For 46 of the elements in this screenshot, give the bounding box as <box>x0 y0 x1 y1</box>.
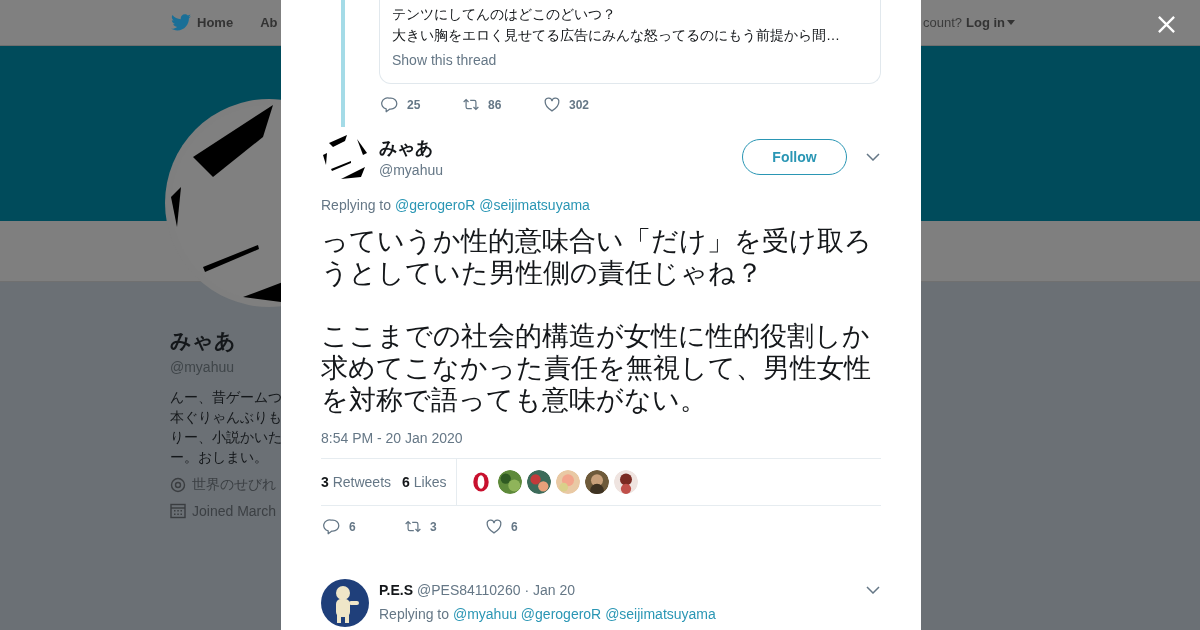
login-link[interactable]: Log in <box>966 15 1015 30</box>
author-name: P.E.S <box>379 582 413 598</box>
tweet-timestamp: 8:54 PM - 20 Jan 2020 <box>321 430 464 446</box>
show-thread-link[interactable]: Show this thread <box>392 50 868 71</box>
heart-icon[interactable] <box>543 96 561 113</box>
location-icon <box>170 477 186 493</box>
tweet-date: · Jan 20 <box>524 582 576 598</box>
chevron-icon[interactable] <box>866 586 880 594</box>
home-link[interactable]: Home <box>171 14 234 31</box>
tweet-text: ここまでの社会的構造が女性に性的役割しか求めてこなかった責任を無視して、男性女性を対称で語っても意味がない。 <box>321 320 872 416</box>
action-count: 6 <box>511 519 518 534</box>
action-count: 302 <box>569 97 590 112</box>
mention-link[interactable]: @gerogeroR <box>394 197 476 213</box>
chevron-icon[interactable] <box>866 153 880 161</box>
retweet-icon[interactable] <box>462 96 480 113</box>
action-count: 3 <box>430 519 437 534</box>
account-prompt: count? <box>922 15 962 30</box>
author-handle: @myahuu <box>379 162 445 178</box>
stat-link[interactable]: 6 Likes <box>402 474 447 490</box>
action-count: 6 <box>349 519 356 534</box>
action-count: 25 <box>407 97 421 112</box>
author-handle: @PES84110260 <box>417 582 521 598</box>
quoted-tweet-text: テンツにしてんのはどこのどいつ？ 大きい胸をエロく見せてる広告にみんな怒ってるのにもう前提から間… <box>392 5 841 45</box>
reply-icon[interactable] <box>381 96 399 113</box>
mention-link[interactable]: @seijimatsuyama <box>479 197 590 213</box>
calendar-icon <box>170 503 186 519</box>
close-icon[interactable] <box>1157 15 1176 34</box>
reply-icon[interactable] <box>323 518 341 535</box>
mention-link[interactable]: @myahuu <box>452 606 517 622</box>
mention-link[interactable]: @gerogeroR <box>520 606 602 622</box>
bird-icon <box>171 14 191 31</box>
caret-icon <box>1007 20 1015 25</box>
profile-name: みゃあ <box>170 328 236 355</box>
retweet-icon[interactable] <box>404 518 422 535</box>
author-name: みゃあ <box>379 137 434 160</box>
replying-to-text: Replying to @gerogeroR @seijimatsuyama <box>321 197 591 213</box>
heart-icon[interactable] <box>485 518 503 535</box>
quoted-tweet-card[interactable]: テンツにしてんのはどこのどいつ？ 大きい胸をエロく見せてる広告にみんな怒ってるのにもう前提から間… Show this thread <box>379 0 881 84</box>
mention-link[interactable]: @seijimatsuyama <box>605 606 716 622</box>
tweet-text: っていうか性的意味合い「だけ」を受け取ろうとしていた男性側の責任じゃね？ <box>321 225 873 289</box>
follow-button[interactable]: Follow <box>742 139 847 175</box>
about-link[interactable]: Ab <box>260 15 278 30</box>
action-count: 86 <box>488 97 502 112</box>
profile-bio: んー、昔ゲームつ 本ぐりゃんぶりも りー、小説かいた ー。おしまい。 <box>170 388 282 467</box>
replying-to-text: Replying to @myahuu @gerogeroR @seijimatsuyama <box>379 606 717 622</box>
stat-link[interactable]: 3 Retweets <box>321 474 392 490</box>
